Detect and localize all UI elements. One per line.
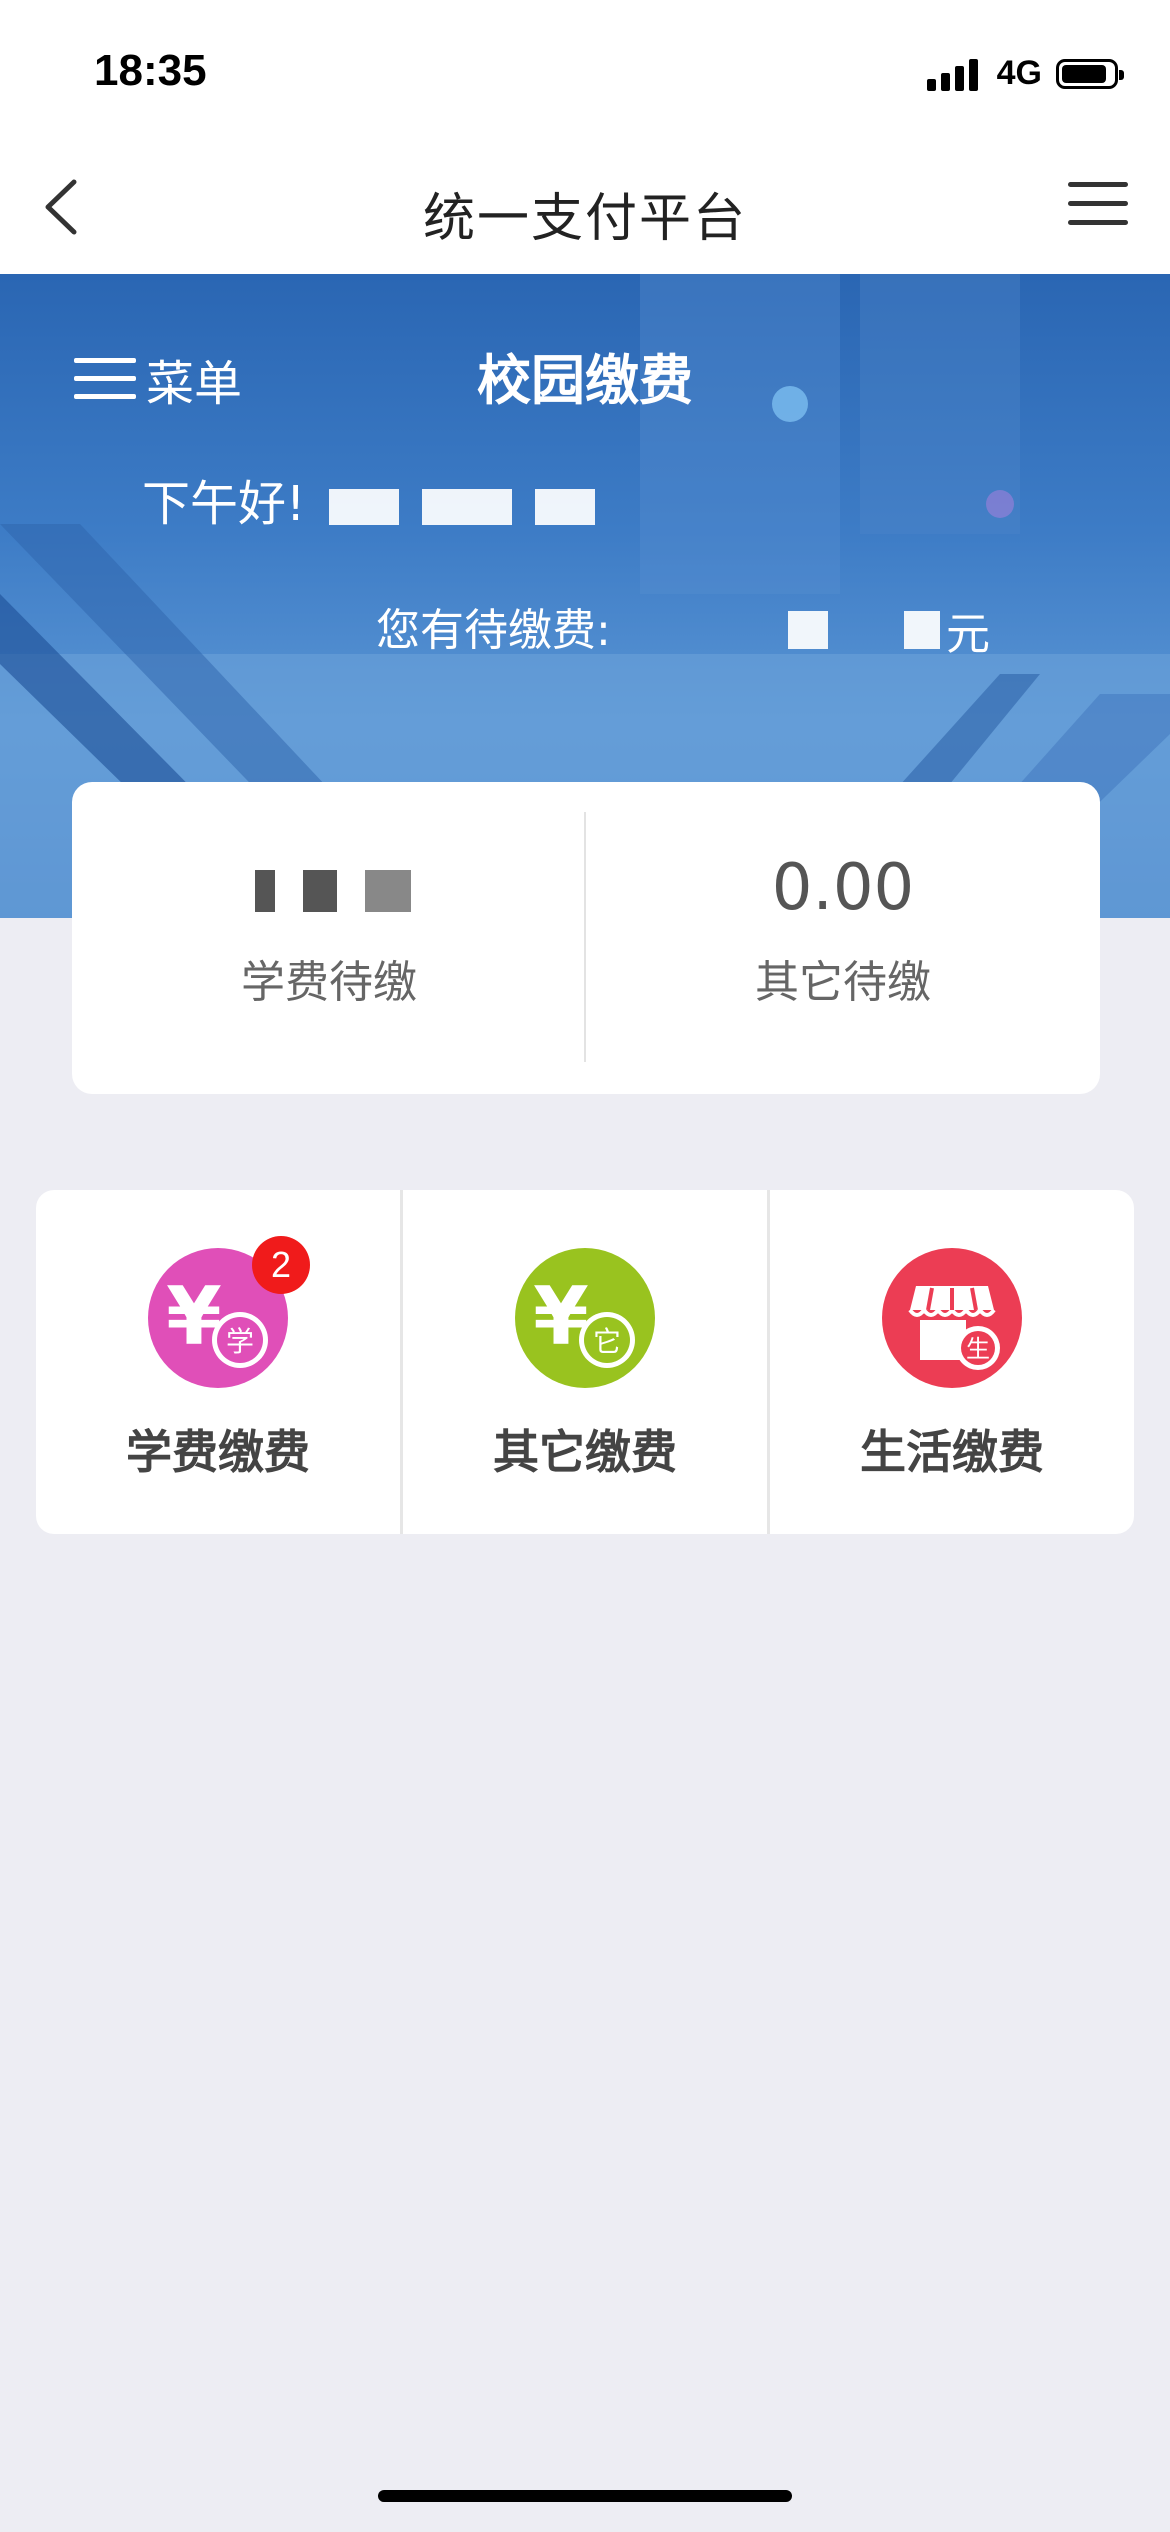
more-menu-icon[interactable] <box>1068 182 1128 230</box>
svg-text:学: 学 <box>226 1325 254 1358</box>
tuition-payment-label: 学费缴费 <box>126 1425 310 1479</box>
svg-text:它: 它 <box>593 1325 621 1358</box>
tuition-pending-value <box>72 848 586 928</box>
notification-badge: 2 <box>252 1236 310 1294</box>
masked-amount <box>788 611 828 649</box>
masked-amount <box>904 611 940 649</box>
tuition-payment-button[interactable]: ¥ 学 2 学费缴费 <box>36 1190 400 1534</box>
tuition-yuan-icon: ¥ 学 2 <box>148 1236 310 1388</box>
network-label: 4G <box>996 54 1042 92</box>
status-time: 18:35 <box>94 46 207 95</box>
life-payment-button[interactable]: 生 生活缴费 <box>767 1190 1134 1534</box>
other-yuan-icon: ¥ 它 <box>515 1248 655 1388</box>
battery-icon <box>1056 58 1124 89</box>
signal-icon <box>926 57 983 91</box>
life-payment-label: 生活缴费 <box>860 1425 1044 1479</box>
life-store-icon: 生 <box>882 1248 1022 1388</box>
other-pending-label: 其它待缴 <box>755 957 931 1008</box>
other-pending[interactable]: 0.00 其它待缴 <box>586 782 1100 1094</box>
service-grid: ¥ 学 2 学费缴费 ¥ 它 其它缴费 生 生活缴费 <box>36 1190 1134 1534</box>
svg-text:¥: ¥ <box>166 1270 222 1363</box>
status-bar: 18:35 4G <box>0 0 1170 140</box>
tuition-pending-label: 学费待缴 <box>241 957 417 1008</box>
banner-title: 校园缴费 <box>477 349 693 412</box>
masked-name <box>535 489 596 525</box>
pending-unit: 元 <box>946 609 990 660</box>
pending-label: 您有待缴费: <box>376 605 611 656</box>
pending-amount: 元 <box>780 598 990 662</box>
greeting-line: 下午好! <box>142 464 596 534</box>
other-payment-label: 其它缴费 <box>493 1425 677 1479</box>
svg-text:生: 生 <box>966 1335 990 1363</box>
home-indicator[interactable] <box>378 2490 792 2502</box>
masked-name <box>421 489 512 525</box>
greeting-text: 下午好! <box>142 476 306 532</box>
masked-name <box>328 489 399 525</box>
svg-text:¥: ¥ <box>533 1270 589 1363</box>
page-title: 统一支付平台 <box>422 189 747 249</box>
other-pending-value: 0.00 <box>771 851 915 925</box>
pending-summary-card: 学费待缴 0.00 其它待缴 <box>72 782 1100 1094</box>
nav-bar: 统一支付平台 <box>0 140 1170 274</box>
tuition-pending[interactable]: 学费待缴 <box>72 782 586 1094</box>
status-indicators: 4G <box>926 54 1124 93</box>
other-payment-button[interactable]: ¥ 它 其它缴费 <box>400 1190 767 1534</box>
